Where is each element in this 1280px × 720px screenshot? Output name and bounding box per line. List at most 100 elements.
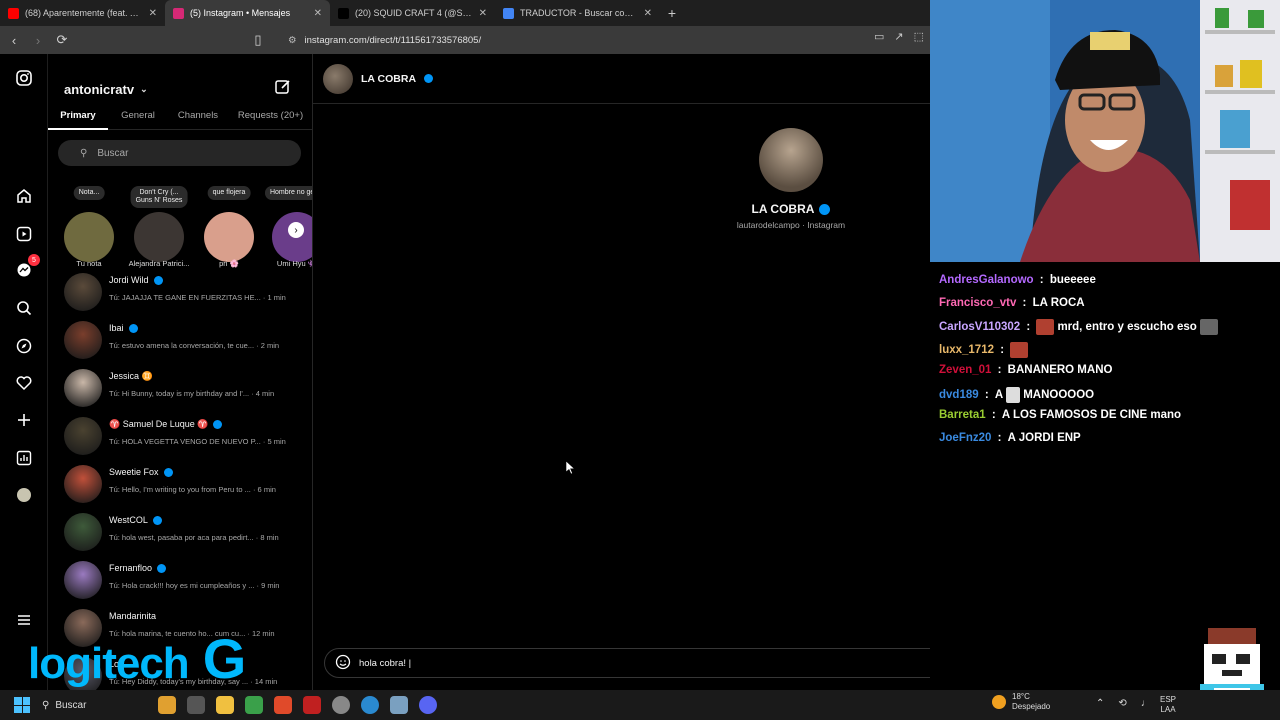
profile-avatar-icon[interactable] (14, 485, 34, 505)
chevron-up-icon[interactable]: ⌃ (1096, 698, 1104, 709)
message-draft: hola cobra! | (359, 657, 412, 669)
avatar[interactable] (64, 321, 102, 359)
conversation-item[interactable]: Jessica ♊ Tú: Hi Bunny, today is my birt… (64, 367, 304, 411)
tab-general[interactable]: General (108, 110, 168, 130)
sponsor-logo-text: logitech (28, 639, 190, 688)
address-bar[interactable]: ⚙ instagram.com/direct/t/111561733576805… (288, 35, 481, 46)
reels-icon[interactable] (14, 224, 34, 244)
chat-username[interactable]: Barreta1 (939, 409, 986, 421)
emoji-icon[interactable] (335, 654, 351, 673)
avatar[interactable] (64, 561, 102, 599)
compose-icon[interactable] (274, 78, 292, 96)
extensions-icon[interactable]: ⬚ (914, 30, 924, 43)
chat-username[interactable]: luxx_1712 (939, 344, 994, 356)
heart-icon[interactable] (14, 373, 34, 393)
chat-separator: : (1036, 274, 1047, 286)
chat-username[interactable]: dvd189 (939, 389, 979, 401)
screen-icon[interactable]: ▭ (874, 30, 884, 43)
file-explorer-icon[interactable] (216, 696, 234, 714)
chat-text-2: MANOOOOO (1023, 388, 1095, 401)
home-icon[interactable] (14, 186, 34, 206)
close-icon[interactable]: ✕ (314, 8, 322, 19)
browser-tab[interactable]: (68) Aparentemente (feat. Arcang ✕ (0, 0, 165, 26)
chat-username[interactable]: JoeFnz20 (939, 432, 991, 444)
tab-requests[interactable]: Requests (20+) (228, 110, 312, 130)
note-name: pri 🌸 (219, 259, 239, 268)
tab-channels[interactable]: Channels (168, 110, 228, 130)
browser-tab[interactable]: (20) SQUID CRAFT 4 (@SquidCraftGa ✕ (330, 0, 495, 26)
browser-tab-title: (20) SQUID CRAFT 4 (@SquidCraftGa (355, 8, 473, 18)
conversation-item[interactable]: Ibai Tú: estuvo amena la conversación, t… (64, 319, 304, 363)
back-icon[interactable]: ‹ (4, 30, 24, 50)
avatar[interactable] (64, 212, 114, 262)
x-icon (338, 7, 349, 19)
share-icon[interactable]: ↗ (894, 30, 903, 43)
avatar[interactable] (204, 212, 254, 262)
conversation-item[interactable]: Fernanfloo Tú: Hola crack!!! hoy es mi c… (64, 559, 304, 603)
create-icon[interactable] (14, 410, 34, 430)
app-icon[interactable] (303, 696, 321, 714)
chat-text: mrd, entro y escucho eso (1057, 321, 1197, 333)
chat-text: A LOS FAMOSOS DE CINE mano (1001, 409, 1182, 421)
discord-icon[interactable] (419, 696, 437, 714)
weather-widget[interactable]: 18°C Despejado (992, 692, 1050, 711)
verified-icon (157, 563, 167, 573)
chat-username[interactable]: Francisco_vtv (939, 297, 1016, 309)
new-tab-icon[interactable]: + (660, 0, 684, 26)
dashboard-icon[interactable] (14, 448, 34, 468)
chat-text: LA ROCA (1032, 296, 1085, 309)
chat-username[interactable]: CarlosV110302 (939, 321, 1020, 333)
settings-icon[interactable] (390, 696, 408, 714)
tab-primary[interactable]: Primary (48, 110, 108, 130)
chat-header[interactable]: LA COBRA (313, 54, 930, 104)
notes-next-icon[interactable]: › (288, 222, 304, 238)
conversation-preview: Tú: JAJAJJA TE GANE EN FUERZITAS HE... ·… (109, 293, 286, 302)
close-icon[interactable]: ✕ (644, 8, 652, 19)
sponsor-logo: logitech G (28, 626, 246, 691)
reload-icon[interactable]: ⟳ (52, 30, 72, 50)
avatar[interactable] (134, 212, 184, 262)
windows-start-icon[interactable] (14, 697, 30, 713)
task-view-icon[interactable] (187, 696, 205, 714)
browser-tab[interactable]: (5) Instagram • Mensajes ✕ (165, 0, 330, 26)
search-input[interactable]: ⚲ Buscar (58, 140, 301, 166)
conversation-item[interactable]: Jordi Wild Tú: JAJAJJA TE GANE EN FUERZI… (64, 271, 304, 315)
note-bubble: Don't Cry (... Guns N' Roses (130, 186, 188, 209)
site-info-icon[interactable]: ⚙ (288, 35, 297, 46)
conversation-item[interactable]: ♈ Samuel De Luque ♈ Tú: HOLA VEGETTA VEN… (64, 415, 304, 459)
chat-username[interactable]: AndresGalanowo (939, 274, 1034, 286)
widget-icon[interactable] (158, 696, 176, 714)
network-icon[interactable]: ⟲ (1118, 698, 1126, 709)
store-icon[interactable] (245, 696, 263, 714)
conversation-item[interactable]: Sweetie Fox Tú: Hello, I'm writing to yo… (64, 463, 304, 507)
conversation-item[interactable]: WestCOL Tú: hola west, pasaba por aca pa… (64, 511, 304, 555)
avatar[interactable] (64, 273, 102, 311)
account-switcher[interactable]: antonicratv ⌄ (64, 82, 148, 97)
search-icon[interactable] (14, 298, 34, 318)
brave-browser-icon[interactable] (274, 696, 292, 714)
chat-avatar[interactable] (323, 63, 353, 94)
forward-icon[interactable]: › (28, 30, 48, 50)
close-icon[interactable]: ✕ (479, 8, 487, 19)
obs-icon[interactable] (332, 696, 350, 714)
avatar[interactable] (64, 513, 102, 551)
verified-icon (153, 275, 163, 285)
explore-icon[interactable] (14, 336, 34, 356)
conversation-preview: Tú: Hi Bunny, today is my birthday and I… (109, 389, 275, 398)
edge-icon[interactable] (361, 696, 379, 714)
browser-tab[interactable]: TRADUCTOR - Buscar con Google ✕ (495, 0, 660, 26)
instagram-logo-icon[interactable] (14, 68, 34, 88)
close-icon[interactable]: ✕ (149, 8, 157, 19)
language-indicator[interactable]: ESP LAA (1160, 695, 1176, 715)
profile-avatar[interactable] (759, 128, 823, 192)
avatar[interactable] (64, 465, 102, 503)
avatar[interactable] (64, 369, 102, 407)
emote-icon (1199, 319, 1218, 335)
chat-username[interactable]: Zeven_01 (939, 364, 991, 376)
messages-icon[interactable]: 5 (14, 254, 40, 280)
inbox-tabs: Primary General Channels Requests (20+) (48, 110, 312, 130)
bookmark-icon[interactable]: ▯ (248, 30, 268, 50)
note-bubble: que flojera (207, 186, 251, 201)
microphone-icon[interactable]: ♩ (1141, 698, 1151, 709)
avatar[interactable] (64, 417, 102, 455)
